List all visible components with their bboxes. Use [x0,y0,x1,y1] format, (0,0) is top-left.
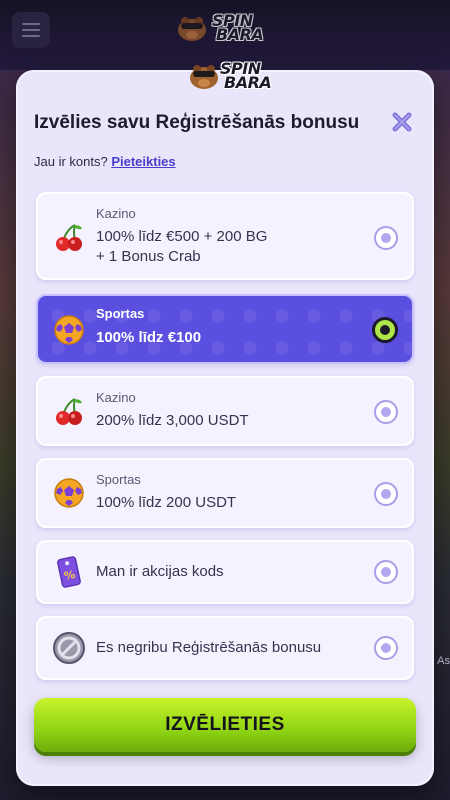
option-offer-line1: Man ir akcijas kods [96,563,224,580]
brand-wordmark: SPIN BARA [212,11,264,44]
option-category: Sportas [96,306,145,321]
radio-button[interactable] [374,226,398,250]
cherries-icon [52,220,86,254]
radio-button[interactable] [374,560,398,584]
capybara-icon [190,65,218,89]
modal-logo: SPIN BARA [188,56,298,96]
radio-button[interactable] [374,400,398,424]
bonus-option-promo-code[interactable]: % Man ir akcijas kods [36,540,414,604]
bonus-option-sports-1[interactable]: Sportas 100% līdz €100 [36,294,414,364]
option-offer-line1: 100% līdz 200 USDT [96,494,237,511]
radio-button[interactable] [374,482,398,506]
capybara-icon [178,17,206,41]
option-offer-line1: 100% līdz €500 + 200 BG [96,228,268,245]
option-offer-line1: 100% līdz €100 [96,329,202,346]
option-category: Kazino [96,390,136,405]
cherries-icon [52,394,86,428]
football-icon [52,476,86,510]
option-category: Kazino [96,206,136,221]
login-link[interactable]: Pieteikties [111,154,175,169]
header-logo[interactable]: SPIN BARA [176,10,276,46]
modal-title: Izvēlies savu Reģistrēšanās bonusu [34,112,360,133]
close-icon[interactable] [390,110,414,134]
football-icon [52,313,86,347]
login-prompt-text: Jau ir konts? [34,154,108,169]
option-category: Sportas [96,472,141,487]
login-prompt: Jau ir konts? Pieteikties [34,154,176,169]
background-side-text: As [437,655,450,667]
registration-bonus-modal: SPIN BARA Izvēlies savu Reģistrēšanās bon… [16,61,434,786]
choose-button-label: IZVĒLIETIES [165,714,285,735]
bonus-option-no-bonus[interactable]: Es negribu Reģistrēšanās bonusu [36,616,414,680]
option-offer-line1: Es negribu Reģistrēšanās bonusu [96,639,322,656]
promo-ticket-icon: % [52,555,86,589]
option-offer-line1: 200% līdz 3,000 USDT [96,412,249,429]
radio-button[interactable] [374,636,398,660]
brand-wordmark: SPIN BARA [220,59,272,92]
hamburger-menu-icon[interactable] [12,12,50,48]
bonus-option-casino-2[interactable]: Kazino 200% līdz 3,000 USDT [36,376,414,446]
option-offer-line2: + 1 Bonus Crab [96,248,201,265]
bonus-option-casino-1[interactable]: Kazino 100% līdz €500 + 200 BG + 1 Bonus… [36,192,414,280]
radio-button-selected[interactable] [372,317,398,343]
bonus-option-sports-2[interactable]: Sportas 100% līdz 200 USDT [36,458,414,528]
no-bonus-icon [52,631,86,665]
choose-button[interactable]: IZVĒLIETIES [34,698,416,752]
